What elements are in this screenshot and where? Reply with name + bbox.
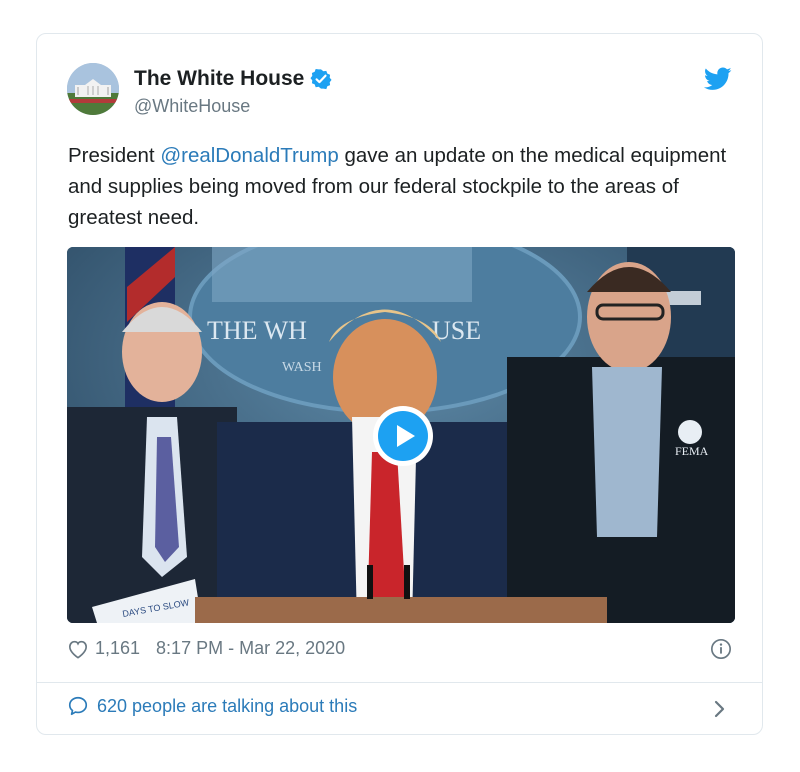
twitter-bird-icon[interactable] (704, 67, 732, 91)
speech-bubble-icon (68, 696, 88, 716)
mention-link[interactable]: @realDonaldTrump (160, 144, 338, 167)
chevron-right-icon[interactable] (714, 700, 726, 718)
divider (37, 682, 762, 683)
conversation-label[interactable]: 620 people are talking about this (97, 696, 357, 717)
tweet-text: President @realDonaldTrump gave an updat… (68, 140, 728, 233)
tweet-timestamp[interactable]: 8:17 PM - Mar 22, 2020 (156, 638, 345, 659)
tweet-text-before: President (68, 144, 161, 167)
heart-icon[interactable] (67, 639, 89, 659)
avatar[interactable] (67, 63, 119, 115)
like-count[interactable]: 1,161 (95, 638, 140, 659)
account-handle[interactable]: @WhiteHouse (134, 96, 250, 117)
backdrop-text-right: USE (432, 316, 481, 345)
tweet-card: The White House @WhiteHouse President @r… (36, 33, 763, 735)
play-icon (397, 425, 415, 447)
backdrop-text-left: THE WH (207, 316, 307, 345)
account-name[interactable]: The White House (134, 67, 304, 91)
info-icon[interactable] (710, 638, 732, 660)
backdrop-subtext: WASH (282, 360, 322, 375)
video-media[interactable]: THE WH USE WASH FEMA DAYS TO SLOW (67, 247, 735, 623)
fema-badge-text: FEMA (675, 444, 709, 458)
play-button-circle (378, 411, 428, 461)
white-house-avatar-image (67, 63, 119, 115)
play-button[interactable] (373, 406, 433, 466)
account-name-row[interactable]: The White House (134, 67, 332, 91)
verified-badge-icon (310, 69, 332, 90)
tweet-stats: 1,161 8:17 PM - Mar 22, 2020 (67, 638, 345, 659)
conversation-link[interactable]: 620 people are talking about this (67, 695, 357, 717)
